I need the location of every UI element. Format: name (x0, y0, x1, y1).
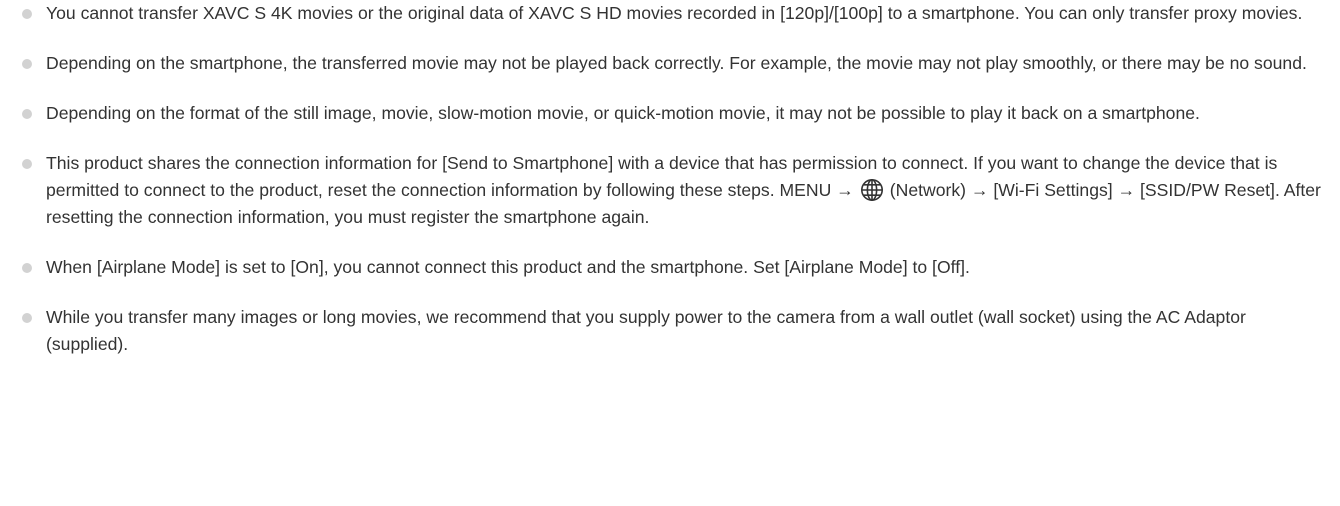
bullet-icon (22, 159, 32, 169)
note-item: You cannot transfer XAVC S 4K movies or … (0, 0, 1340, 27)
note-text: You cannot transfer XAVC S 4K movies or … (46, 3, 1303, 23)
bullet-icon (22, 9, 32, 19)
note-item: When [Airplane Mode] is set to [On], you… (0, 254, 1340, 281)
note-item: While you transfer many images or long m… (0, 304, 1340, 358)
bullet-icon (22, 313, 32, 323)
note-item: Depending on the format of the still ima… (0, 100, 1340, 127)
bullet-icon (22, 59, 32, 69)
note-item: This product shares the connection infor… (0, 150, 1340, 231)
bullet-icon (22, 109, 32, 119)
note-text: Depending on the smartphone, the transfe… (46, 53, 1307, 73)
note-text: While you transfer many images or long m… (46, 307, 1246, 354)
note-text: Depending on the format of the still ima… (46, 103, 1200, 123)
globe-network-icon (860, 178, 884, 202)
notes-list: You cannot transfer XAVC S 4K movies or … (0, 0, 1340, 358)
note-item: Depending on the smartphone, the transfe… (0, 50, 1340, 77)
note-text: When [Airplane Mode] is set to [On], you… (46, 257, 970, 277)
bullet-icon (22, 263, 32, 273)
